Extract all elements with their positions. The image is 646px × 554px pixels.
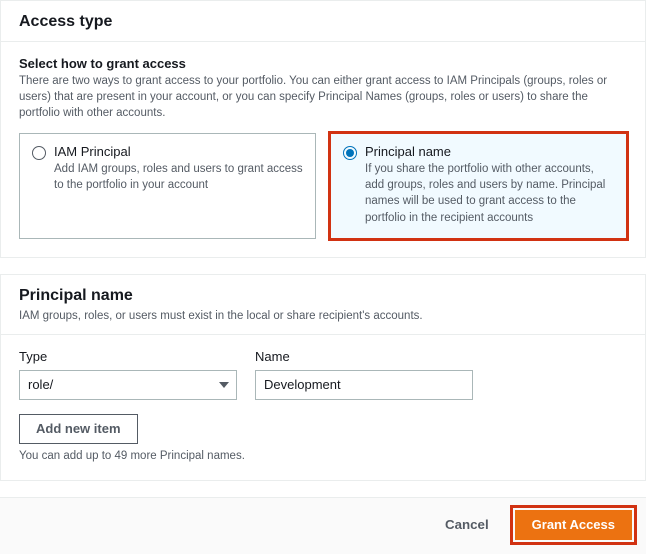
access-options-row: IAM Principal Add IAM groups, roles and … (19, 133, 627, 238)
select-desc: There are two ways to grant access to yo… (19, 73, 627, 121)
principal-name-panel: Principal name IAM groups, roles, or use… (0, 274, 646, 481)
type-field: Type role/ (19, 349, 237, 400)
principal-header: Principal name IAM groups, roles, or use… (1, 275, 645, 335)
access-type-header: Access type (1, 1, 645, 42)
access-type-panel: Access type Select how to grant access T… (0, 0, 646, 258)
option-label: IAM Principal (54, 144, 303, 159)
footer-actions: Cancel Grant Access (0, 497, 646, 554)
type-select-wrap: role/ (19, 370, 237, 400)
access-type-body: Select how to grant access There are two… (1, 42, 645, 257)
principal-hint: You can add up to 49 more Principal name… (19, 450, 627, 462)
option-label: Principal name (365, 144, 614, 159)
type-label: Type (19, 349, 237, 364)
radio-icon (343, 146, 357, 160)
option-desc: If you share the portfolio with other ac… (365, 161, 614, 225)
option-iam-principal[interactable]: IAM Principal Add IAM groups, roles and … (19, 133, 316, 238)
option-desc: Add IAM groups, roles and users to grant… (54, 161, 303, 193)
access-type-title: Access type (19, 13, 627, 31)
cancel-button[interactable]: Cancel (429, 517, 505, 532)
principal-form-row: Type role/ Name (19, 349, 627, 400)
select-heading: Select how to grant access (19, 56, 627, 71)
grant-access-button[interactable]: Grant Access (515, 510, 632, 540)
name-input[interactable] (255, 370, 473, 400)
option-principal-name[interactable]: Principal name If you share the portfoli… (330, 133, 627, 238)
add-new-item-button[interactable]: Add new item (19, 414, 138, 444)
principal-desc: IAM groups, roles, or users must exist i… (19, 308, 627, 324)
radio-icon (32, 146, 46, 160)
type-select[interactable]: role/ (19, 370, 237, 400)
principal-body: Type role/ Name Add new item You can add (1, 335, 645, 480)
principal-title: Principal name (19, 287, 627, 305)
name-field: Name (255, 349, 473, 400)
name-label: Name (255, 349, 473, 364)
